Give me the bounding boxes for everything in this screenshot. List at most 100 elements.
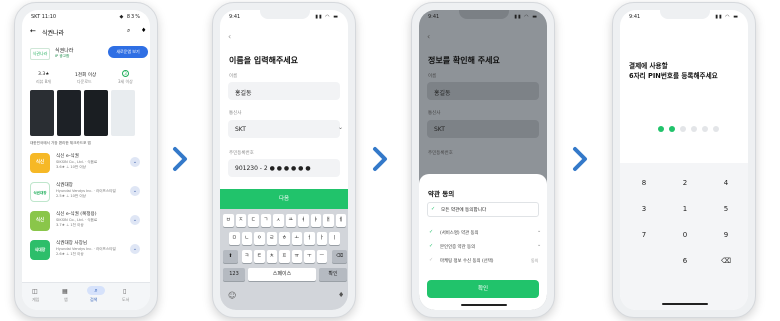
back-chevron-icon[interactable]: ‹: [228, 32, 231, 41]
key[interactable]: ㄴ: [241, 232, 252, 245]
phone-terms: 9:41 ▮▮ ◠ ▬ ‹ 정보를 확인해 주세요 이름 홍길동 통신사 SKT…: [411, 2, 555, 318]
related-app-3[interactable]: 식신 식신 e-식권 (복정용) SIKSIN Co., Ltd. · 식음료 …: [30, 209, 144, 235]
search-query[interactable]: 식권나라: [42, 28, 64, 37]
chevron-down-icon[interactable]: ⌄: [130, 157, 140, 167]
key[interactable]: ㅕ: [298, 214, 309, 227]
key[interactable]: ㅠ: [291, 250, 302, 263]
key[interactable]: ㅛ: [285, 214, 296, 227]
status-bar: 9:41 ▮▮ ◠ ▬: [620, 10, 748, 24]
related-app-icon: 식대장: [30, 240, 50, 260]
key[interactable]: ㅎ: [279, 232, 290, 245]
arrow-right-icon: [173, 147, 187, 171]
status-bar: 9:41 ▮▮ ◠ ▬: [419, 10, 547, 24]
install-button[interactable]: 새로운앱 보기: [108, 46, 148, 58]
keypad-key[interactable]: 1: [669, 199, 701, 219]
related-app-4[interactable]: 식대장 식권대장 사장님 Hyundai Vendys Inc. · 라이프스타…: [30, 238, 144, 264]
chevron-down-icon[interactable]: ⌄: [537, 242, 541, 248]
key[interactable]: ㅐ: [323, 214, 334, 227]
next-button[interactable]: 다음: [220, 189, 348, 209]
rating-value: 3.3★: [38, 72, 50, 77]
backspace-icon[interactable]: ⌫: [710, 251, 742, 271]
term-marketing[interactable]: 마케팅 정보 수신 동의 (선택): [440, 258, 493, 264]
search-nav-icon[interactable]: ⌕: [87, 286, 105, 295]
back-arrow-icon[interactable]: ←: [30, 27, 36, 35]
rating-label: 리뷰 8개: [36, 79, 51, 84]
rrn-field[interactable]: 901230 - 2 ● ● ● ● ● ●: [228, 159, 340, 177]
books-icon[interactable]: ▯: [123, 288, 126, 295]
shift-key-icon[interactable]: ⬆: [223, 250, 238, 263]
chevron-down-icon[interactable]: ⌄: [130, 215, 140, 225]
keypad-key[interactable]: 0: [669, 225, 701, 245]
nav-apps[interactable]: 앱: [64, 297, 68, 303]
keypad-key[interactable]: 9: [710, 225, 742, 245]
numbers-key[interactable]: 123: [223, 268, 245, 281]
check-icon[interactable]: ✓: [429, 257, 433, 263]
emoji-icon[interactable]: ☺: [228, 291, 236, 300]
related-app-name: 식권대장: [56, 183, 73, 188]
related-app-2[interactable]: 식권대장 식권대장 Hyundai Vendys Inc. · 라이프스타일 2…: [30, 180, 144, 206]
key[interactable]: ㅌ: [254, 250, 265, 263]
key[interactable]: ㅑ: [310, 214, 321, 227]
key[interactable]: ㅊ: [266, 250, 277, 263]
onboarding-flow: SKT 11:10 ◆ 83% ← 식권나라 ⌕ ♦ 식권나라 식권나라 IP …: [0, 0, 780, 321]
key[interactable]: ㅏ: [316, 232, 327, 245]
all-agree-label: 모든 약관에 동의합니다: [441, 208, 487, 213]
status-icons: ▮▮ ◠ ▬: [715, 14, 739, 20]
key[interactable]: ㅜ: [304, 250, 315, 263]
search-icon[interactable]: ⌕: [127, 27, 130, 35]
pin-dot-empty: [702, 126, 708, 132]
term-marketing-extra[interactable]: 동의: [531, 258, 538, 264]
chevron-down-icon[interactable]: ⌄: [537, 228, 541, 234]
key[interactable]: ㄹ: [266, 232, 277, 245]
keypad-key[interactable]: 2: [669, 173, 701, 193]
key[interactable]: ㅂ: [223, 214, 234, 227]
back-chevron-icon[interactable]: ‹: [427, 32, 430, 41]
name-field[interactable]: 홍길동: [228, 82, 340, 100]
key[interactable]: ㅓ: [304, 232, 315, 245]
key[interactable]: ㅈ: [235, 214, 246, 227]
related-app-1[interactable]: 식신 식신 e-식권 SIKSIN Co., Ltd. · 식음료 3.6★ ⊥…: [30, 151, 144, 177]
carrier-select[interactable]: SKT: [228, 120, 340, 138]
chevron-down-icon[interactable]: ⌄: [130, 186, 140, 196]
name-field[interactable]: 홍길동: [427, 82, 539, 100]
confirm-button[interactable]: 확인: [427, 280, 539, 298]
related-app-meta: 2.5★ ⊥ 10만 이상: [56, 194, 86, 198]
nav-games[interactable]: 게임: [32, 297, 39, 303]
key[interactable]: ㅡ: [316, 250, 327, 263]
term-service[interactable]: (서비스명) 약관 동의: [440, 230, 479, 236]
term-verification[interactable]: 본인인증 약관 동의: [440, 244, 475, 250]
status-bar: SKT 11:10 ◆ 83%: [22, 10, 150, 24]
keypad-key[interactable]: 3: [628, 199, 660, 219]
key[interactable]: ㅋ: [241, 250, 252, 263]
key[interactable]: ㅔ: [335, 214, 346, 227]
all-agree-row[interactable]: ✓ 모든 약관에 동의합니다: [427, 202, 539, 217]
key[interactable]: ㄱ: [260, 214, 271, 227]
phone-name-input: 9:41 ▮▮ ◠ ▬ ‹ 이름을 입력해주세요 이름 홍길동 통신사 SKT …: [212, 2, 356, 318]
key[interactable]: ㅗ: [291, 232, 302, 245]
keypad-key[interactable]: 6: [669, 251, 701, 271]
check-icon[interactable]: ✓: [429, 229, 433, 235]
confirm-key[interactable]: 확인: [319, 268, 347, 281]
key[interactable]: ㅣ: [329, 232, 340, 245]
check-icon[interactable]: ✓: [429, 243, 433, 249]
apps-icon[interactable]: ▦: [62, 288, 68, 295]
related-app-meta: 3.6★ ⊥ 10만 이상: [56, 165, 86, 169]
mic-icon[interactable]: ♦: [338, 291, 344, 299]
games-icon[interactable]: ◫: [32, 288, 38, 295]
key[interactable]: ㅇ: [254, 232, 265, 245]
carrier-select[interactable]: SKT: [427, 120, 539, 138]
keypad-key[interactable]: 8: [628, 173, 660, 193]
keypad-key[interactable]: 5: [710, 199, 742, 219]
mic-icon[interactable]: ♦: [141, 27, 146, 34]
chevron-down-icon[interactable]: ⌄: [130, 244, 140, 254]
key[interactable]: ㅅ: [273, 214, 284, 227]
backspace-key-icon[interactable]: ⌫: [332, 250, 347, 263]
keypad-key[interactable]: 7: [628, 225, 660, 245]
nav-search[interactable]: 검색: [90, 297, 97, 303]
nav-books[interactable]: 도서: [122, 297, 129, 303]
key[interactable]: ㅍ: [279, 250, 290, 263]
key[interactable]: ㅁ: [229, 232, 240, 245]
space-key[interactable]: 스페이스: [248, 268, 316, 281]
keypad-key[interactable]: 4: [710, 173, 742, 193]
key[interactable]: ㄷ: [248, 214, 259, 227]
